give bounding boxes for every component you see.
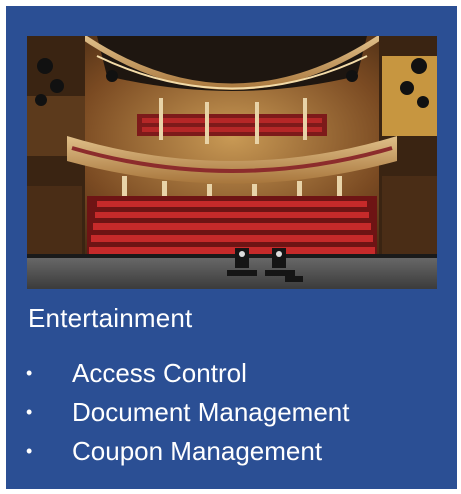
- bullet-icon: •: [26, 363, 33, 383]
- card-heading: Entertainment: [28, 303, 193, 333]
- bullet-icon: •: [26, 441, 33, 461]
- theatre-illustration: [27, 36, 437, 289]
- theatre-auditorium-photo: [27, 36, 437, 289]
- feature-label: Coupon Management: [72, 436, 323, 466]
- bullet-icon: •: [26, 402, 33, 422]
- feature-label: Access Control: [72, 358, 247, 388]
- feature-label: Document Management: [72, 397, 350, 427]
- entertainment-card: Entertainment • Access Control • Documen…: [6, 6, 457, 489]
